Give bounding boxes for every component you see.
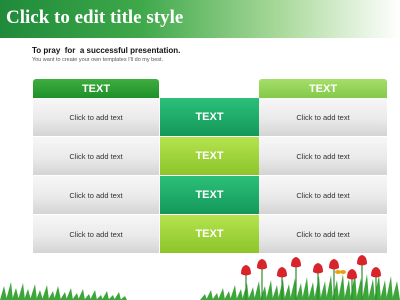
left-cell-3[interactable]: Click to add text [33, 176, 159, 214]
grass-and-tulips-icon [0, 255, 400, 300]
slide-title[interactable]: Click to edit title style [6, 7, 183, 29]
slide-subtitle[interactable]: To pray for a successful presentation. [32, 46, 180, 55]
middle-cell-2[interactable]: TEXT [160, 137, 259, 175]
middle-cell-1[interactable]: TEXT [160, 98, 259, 136]
left-cell-1[interactable]: Click to add text [33, 98, 159, 136]
title-bar: Click to edit title style [0, 0, 400, 38]
right-column-header[interactable]: TEXT [259, 79, 387, 98]
slide-subnote[interactable]: You want to create your own templates I'… [32, 57, 163, 63]
right-cell-4[interactable]: Click to add text [259, 215, 387, 253]
right-cell-3[interactable]: Click to add text [259, 176, 387, 214]
left-column-header[interactable]: TEXT [33, 79, 159, 98]
left-cell-4[interactable]: Click to add text [33, 215, 159, 253]
right-cell-1[interactable]: Click to add text [259, 98, 387, 136]
left-cell-2[interactable]: Click to add text [33, 137, 159, 175]
middle-cell-4[interactable]: TEXT [160, 215, 259, 253]
right-cell-2[interactable]: Click to add text [259, 137, 387, 175]
middle-cell-3[interactable]: TEXT [160, 176, 259, 214]
